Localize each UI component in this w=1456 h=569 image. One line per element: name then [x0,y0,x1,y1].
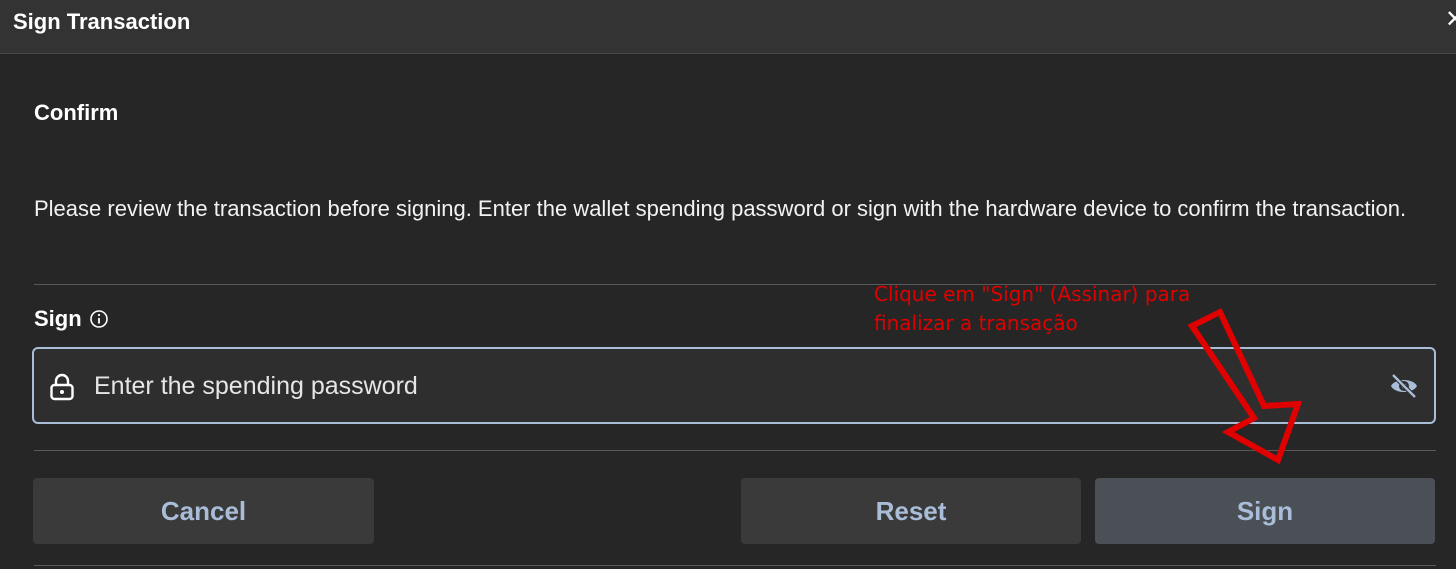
divider [34,565,1436,566]
sign-label-text: Sign [34,306,82,331]
reset-button[interactable]: Reset [741,478,1081,544]
annotation-arrow-icon [1187,307,1303,465]
instructions-text: Please review the transaction before sig… [34,196,1407,221]
section-heading: Confirm [34,100,119,125]
lock-icon [50,373,74,401]
eye-off-icon[interactable] [1389,373,1419,399]
dialog-titlebar: Sign Transaction ✕ [0,0,1456,54]
info-icon[interactable] [89,309,109,329]
dialog-title: Sign Transaction [13,9,191,34]
sign-button[interactable]: Sign [1095,478,1435,544]
cancel-button[interactable]: Cancel [33,478,374,544]
close-icon[interactable]: ✕ [1445,8,1456,32]
sign-transaction-dialog: Sign Transaction ✕ Confirm Please review… [0,0,1456,569]
sign-field-label: Sign [34,306,109,332]
spending-password-input[interactable] [94,367,1344,405]
